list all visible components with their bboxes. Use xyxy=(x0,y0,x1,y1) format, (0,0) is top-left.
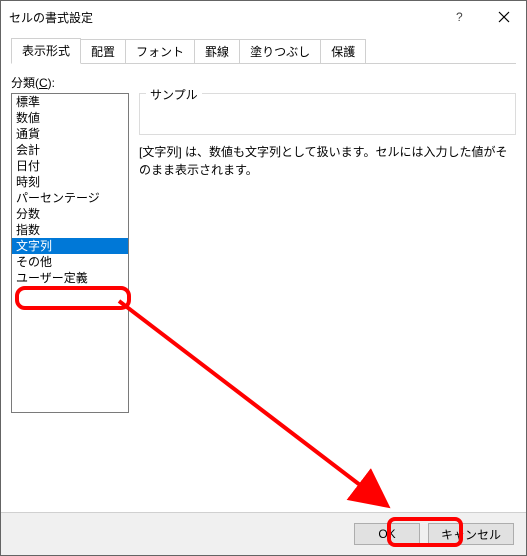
tab-panel: 分類(C): 標準数値通貨会計日付時刻パーセンテージ分数指数文字列その他ユーザー… xyxy=(11,63,516,502)
body-row: 標準数値通貨会計日付時刻パーセンテージ分数指数文字列その他ユーザー定義 サンプル… xyxy=(11,93,516,502)
category-item[interactable]: 通貨 xyxy=(12,126,128,142)
category-item[interactable]: ユーザー定義 xyxy=(12,270,128,286)
category-item[interactable]: 文字列 xyxy=(12,238,128,254)
category-item[interactable]: 数値 xyxy=(12,110,128,126)
category-item[interactable]: 標準 xyxy=(12,94,128,110)
dialog-content: 表示形式 配置 フォント 罫線 塗りつぶし 保護 分類(C): 標準数値通貨会計… xyxy=(1,33,526,512)
tab-font[interactable]: フォント xyxy=(125,39,195,63)
category-listbox[interactable]: 標準数値通貨会計日付時刻パーセンテージ分数指数文字列その他ユーザー定義 xyxy=(11,93,129,413)
tab-strip: 表示形式 配置 フォント 罫線 塗りつぶし 保護 xyxy=(11,41,516,63)
tab-border[interactable]: 罫線 xyxy=(194,39,240,63)
window-title: セルの書式設定 xyxy=(9,9,436,26)
sample-box: サンプル xyxy=(139,93,516,135)
ok-button[interactable]: OK xyxy=(354,523,420,545)
sample-label: サンプル xyxy=(146,86,202,103)
category-item[interactable]: その他 xyxy=(12,254,128,270)
category-item[interactable]: 会計 xyxy=(12,142,128,158)
tab-protection[interactable]: 保護 xyxy=(320,39,366,63)
category-item[interactable]: パーセンテージ xyxy=(12,190,128,206)
format-cells-dialog: セルの書式設定 ? 表示形式 配置 フォント 罫線 塗りつぶし 保護 分類(C)… xyxy=(0,0,527,556)
category-item[interactable]: 分数 xyxy=(12,206,128,222)
format-description: [文字列] は、数値も文字列として扱います。セルには入力した値がそのまま表示され… xyxy=(139,143,516,179)
tab-fill[interactable]: 塗りつぶし xyxy=(239,39,321,63)
cancel-button[interactable]: キャンセル xyxy=(428,523,514,545)
tab-alignment[interactable]: 配置 xyxy=(80,39,126,63)
right-pane: サンプル [文字列] は、数値も文字列として扱います。セルには入力した値がそのま… xyxy=(139,93,516,502)
category-item[interactable]: 日付 xyxy=(12,158,128,174)
dialog-footer: OK キャンセル xyxy=(1,512,526,555)
titlebar: セルの書式設定 ? xyxy=(1,1,526,33)
tab-number-format[interactable]: 表示形式 xyxy=(11,38,81,64)
help-button[interactable]: ? xyxy=(436,1,481,33)
close-button[interactable] xyxy=(481,1,526,33)
category-item[interactable]: 指数 xyxy=(12,222,128,238)
category-item[interactable]: 時刻 xyxy=(12,174,128,190)
category-label: 分類(C): xyxy=(11,74,516,91)
svg-text:?: ? xyxy=(456,11,463,23)
